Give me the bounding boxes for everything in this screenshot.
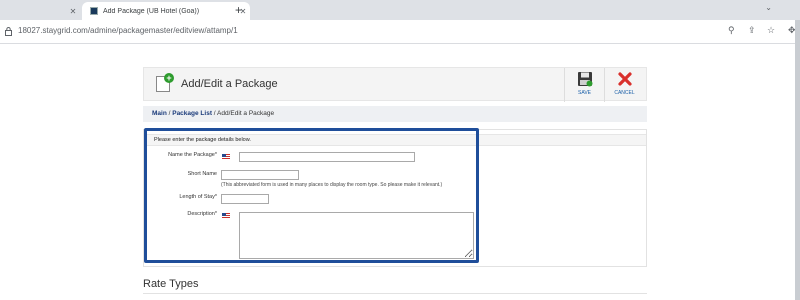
page-header: + Add/Edit a Package SAVE CANCEL [143,67,647,102]
breadcrumb-current: Add/Edit a Package [217,110,275,117]
breadcrumb-main-link[interactable]: Main [152,110,167,117]
divider [143,293,647,294]
chevron-down-icon[interactable]: ⌄ [765,3,772,12]
tab-label: Add Package (UB Hotel (Goa)) [103,7,200,15]
save-label: SAVE [578,90,591,96]
new-tab-button[interactable]: + [235,2,242,18]
page-title: Add/Edit a Package [181,78,278,90]
cancel-label: CANCEL [614,90,635,96]
highlight-box [144,128,479,263]
tab-add-package[interactable]: Add Package (UB Hotel (Goa)) ✕ [82,2,250,20]
share-icon[interactable]: ⇪ [748,25,756,36]
close-icon [617,72,632,86]
add-icon: + [164,73,174,83]
breadcrumb: Main / Package List / Add/Edit a Package [143,106,647,122]
zoom-icon[interactable]: ⚲ [728,25,735,36]
side-panel-strip [795,20,800,300]
address-bar: 18027.staygrid.com/admine/packagemaster/… [0,20,800,44]
star-icon[interactable]: ☆ [767,25,775,36]
hotel-favicon-icon [90,7,98,15]
rate-types-heading: Rate Types [143,278,199,290]
close-icon[interactable]: ✕ [66,7,80,16]
cancel-button[interactable]: CANCEL [604,68,644,102]
tab-previous[interactable]: ✕ [0,2,80,20]
breadcrumb-package-list-link[interactable]: Package List [172,110,212,117]
floppy-disk-icon [577,72,592,87]
browser-tab-bar: ✕ Add Package (UB Hotel (Goa)) ✕ + ⌄ [0,0,800,20]
save-button[interactable]: SAVE [564,68,604,102]
lock-icon[interactable] [5,27,12,36]
url-field[interactable]: 18027.staygrid.com/admine/packagemaster/… [18,26,238,35]
